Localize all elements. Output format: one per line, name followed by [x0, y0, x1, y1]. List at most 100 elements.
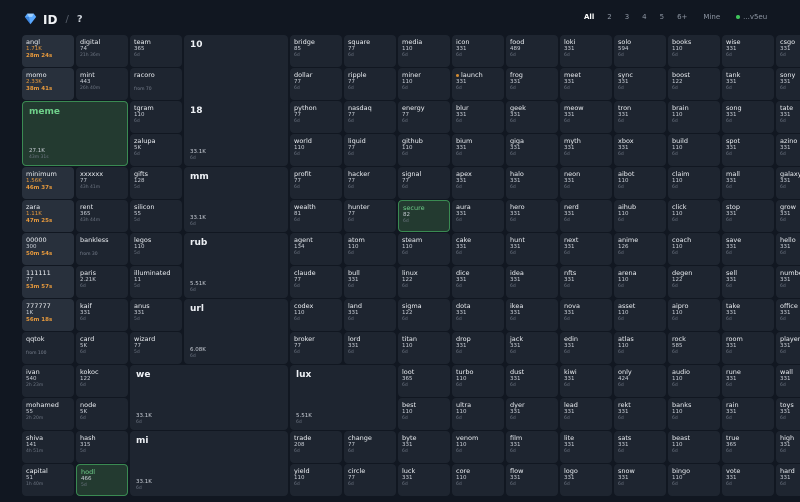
name-tile-boost[interactable]: boost 122 6d — [668, 68, 720, 100]
filter-mine[interactable]: Mine — [703, 13, 720, 21]
name-tile-banks[interactable]: banks 110 6d — [668, 398, 720, 430]
name-tile-kokoc[interactable]: kokoc 122 6d — [76, 365, 128, 397]
name-tile-audio[interactable]: audio 110 6d — [668, 365, 720, 397]
name-tile-edin[interactable]: edin 331 6d — [560, 332, 612, 364]
name-tile-rain[interactable]: rain 331 6d — [722, 398, 774, 430]
name-tile-aibot[interactable]: aibot 110 6d — [614, 167, 666, 199]
name-tile-shiva[interactable]: shiva 141 4h 51m — [22, 431, 74, 463]
name-tile-18[interactable]: 18 33.1K 6d — [184, 101, 288, 166]
name-tile-world[interactable]: world 110 6d — [290, 134, 342, 166]
name-tile-lord[interactable]: lord 331 6d — [344, 332, 396, 364]
name-tile-hard[interactable]: hard 331 6d — [776, 464, 800, 496]
name-tile-loot[interactable]: loot 365 6d — [398, 365, 450, 397]
name-tile-vote[interactable]: vote 331 6d — [722, 464, 774, 496]
name-tile-digital[interactable]: digital 74 21h 36m — [76, 35, 128, 67]
name-tile-arena[interactable]: arena 110 6d — [614, 266, 666, 298]
name-tile-ripple[interactable]: ripple 77 6d — [344, 68, 396, 100]
filter-3[interactable]: 3 — [625, 13, 629, 21]
name-tile-sync[interactable]: sync 331 6d — [614, 68, 666, 100]
name-tile-github[interactable]: github 110 6d — [398, 134, 450, 166]
name-tile-111111[interactable]: 111111 77 53m 57s — [22, 266, 74, 298]
name-tile-hero[interactable]: hero 331 6d — [506, 200, 558, 232]
name-tile-lead[interactable]: lead 331 6d — [560, 398, 612, 430]
name-tile-liquid[interactable]: liquid 77 6d — [344, 134, 396, 166]
name-tile-paris[interactable]: paris 2.21K 6d — [76, 266, 128, 298]
name-tile-wise[interactable]: wise 331 6d — [722, 35, 774, 67]
name-tile-rent[interactable]: rent 365 43h 44m — [76, 200, 128, 232]
name-tile-steam[interactable]: steam 110 6d — [398, 233, 450, 265]
name-tile-mi[interactable]: mi 33.1K 6d — [130, 431, 288, 496]
name-tile-tate[interactable]: tate 331 6d — [776, 101, 800, 133]
name-tile-nova[interactable]: nova 331 6d — [560, 299, 612, 331]
name-tile-ikea[interactable]: ikea 331 6d — [506, 299, 558, 331]
name-tile-wealth[interactable]: wealth 81 6d — [290, 200, 342, 232]
name-tile-luck[interactable]: luck 331 6d — [398, 464, 450, 496]
name-tile-broker[interactable]: broker 77 6d — [290, 332, 342, 364]
name-tile-meow[interactable]: meow 331 6d — [560, 101, 612, 133]
name-tile-codex[interactable]: codex 110 6d — [290, 299, 342, 331]
name-tile-rekt[interactable]: rekt 331 6d — [614, 398, 666, 430]
name-tile-take[interactable]: take 331 6d — [722, 299, 774, 331]
name-tile-books[interactable]: books 110 6d — [668, 35, 720, 67]
name-tile-silicon[interactable]: silicon 55 5d — [130, 200, 182, 232]
name-tile-dota[interactable]: dota 331 6d — [452, 299, 504, 331]
name-tile-dust[interactable]: dust 331 6d — [506, 365, 558, 397]
name-tile-film[interactable]: film 331 6d — [506, 431, 558, 463]
name-tile-giga[interactable]: giga 331 6d — [506, 134, 558, 166]
name-tile-capital[interactable]: capital 51 1h 40m — [22, 464, 74, 496]
name-tile-mm[interactable]: mm 33.1K 6d — [184, 167, 288, 232]
name-tile-ultra[interactable]: ultra 110 6d — [452, 398, 504, 430]
name-tile-trade[interactable]: trade 208 6d — [290, 431, 342, 463]
name-tile-angl[interactable]: angl 1.71K 28m 24s — [22, 35, 74, 67]
name-tile-gifts[interactable]: gifts 128 5d — [130, 167, 182, 199]
name-tile-build[interactable]: build 110 6d — [668, 134, 720, 166]
name-tile-aipro[interactable]: aipro 110 6d — [668, 299, 720, 331]
name-tile-sony[interactable]: sony 331 6d — [776, 68, 800, 100]
name-tile-media[interactable]: media 110 6d — [398, 35, 450, 67]
name-tile-yield[interactable]: yield 110 6d — [290, 464, 342, 496]
name-tile-hacker[interactable]: hacker 77 6d — [344, 167, 396, 199]
name-tile-square[interactable]: square 77 6d — [344, 35, 396, 67]
name-tile-zara[interactable]: zara 1.11K 47m 25s — [22, 200, 74, 232]
name-tile-00000[interactable]: 00000 300 50m 54s — [22, 233, 74, 265]
name-tile-coach[interactable]: coach 110 6d — [668, 233, 720, 265]
name-tile-linux[interactable]: linux 122 6d — [398, 266, 450, 298]
name-tile-meme[interactable]: meme 27.1K 43m 31s — [22, 101, 128, 166]
name-tile-song[interactable]: song 331 6d — [722, 101, 774, 133]
name-tile-rune[interactable]: rune 331 6d — [722, 365, 774, 397]
name-tile-profit[interactable]: profit 77 6d — [290, 167, 342, 199]
name-tile-node[interactable]: node 5K 6d — [76, 398, 128, 430]
name-tile-brain[interactable]: brain 110 6d — [668, 101, 720, 133]
name-tile-signal[interactable]: signal 77 6d — [398, 167, 450, 199]
name-tile-kiwi[interactable]: kiwi 331 6d — [560, 365, 612, 397]
name-tile-bankless[interactable]: bankless from 30 — [76, 233, 128, 265]
name-tile-only[interactable]: only 424 6d — [614, 365, 666, 397]
name-tile-bingo[interactable]: bingo 110 6d — [668, 464, 720, 496]
name-tile-jack[interactable]: jack 331 6d — [506, 332, 558, 364]
name-tile-illuminated[interactable]: illuminated 11 5d — [130, 266, 182, 298]
filter-6plus[interactable]: 6+ — [677, 13, 687, 21]
filter-2[interactable]: 2 — [607, 13, 611, 21]
name-tile-777777[interactable]: 777777 1K 56m 18s — [22, 299, 74, 331]
name-tile-spot[interactable]: spot 331 6d — [722, 134, 774, 166]
name-tile-asset[interactable]: asset 110 6d — [614, 299, 666, 331]
filter-all[interactable]: All — [584, 13, 594, 21]
name-tile-nerd[interactable]: nerd 331 6d — [560, 200, 612, 232]
name-tile-momo[interactable]: momo 2.33K 38m 41s — [22, 68, 74, 100]
name-tile-sats[interactable]: sats 331 6d — [614, 431, 666, 463]
name-tile-best[interactable]: best 110 6d — [398, 398, 450, 430]
name-tile-save[interactable]: save 331 6d — [722, 233, 774, 265]
name-tile-mall[interactable]: mall 331 6d — [722, 167, 774, 199]
name-tile-secure[interactable]: secure 82 6d — [398, 200, 450, 232]
name-tile-snow[interactable]: snow 331 6d — [614, 464, 666, 496]
name-tile-dyer[interactable]: dyer 331 6d — [506, 398, 558, 430]
name-tile-logo[interactable]: logo 331 6d — [560, 464, 612, 496]
name-tile-team[interactable]: team 365 6d — [130, 35, 182, 67]
name-tile-hunt[interactable]: hunt 331 6d — [506, 233, 558, 265]
name-tile-hello[interactable]: hello 331 6d — [776, 233, 800, 265]
name-tile-toys[interactable]: toys 331 6d — [776, 398, 800, 430]
name-tile-meet[interactable]: meet 331 6d — [560, 68, 612, 100]
name-tile-sell[interactable]: sell 331 6d — [722, 266, 774, 298]
name-tile-agent[interactable]: agent 134 6d — [290, 233, 342, 265]
name-tile-aihub[interactable]: aihub 110 6d — [614, 200, 666, 232]
